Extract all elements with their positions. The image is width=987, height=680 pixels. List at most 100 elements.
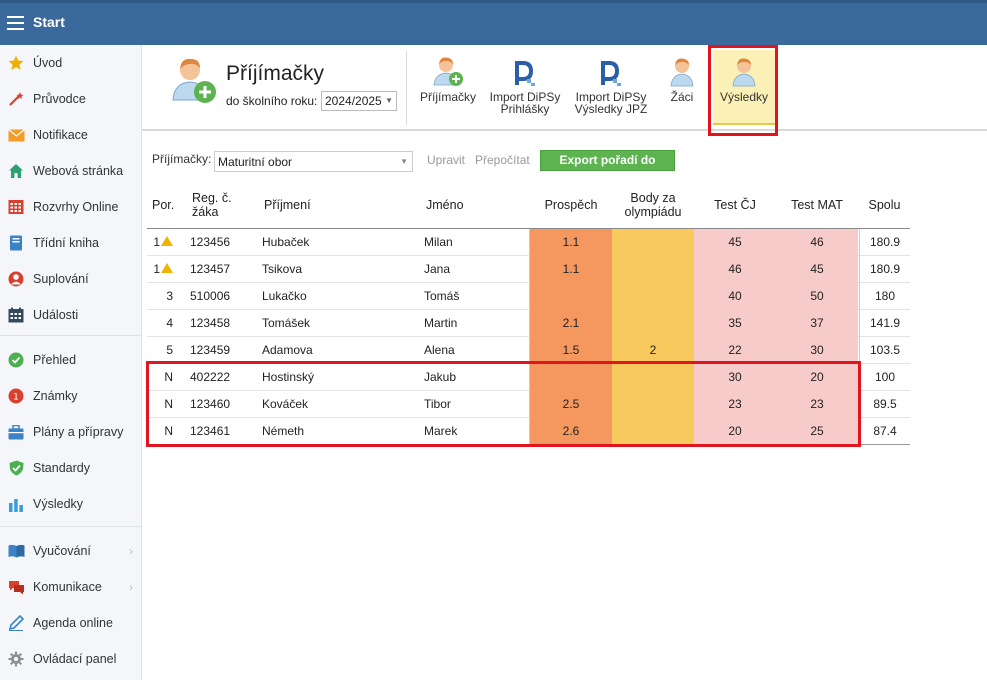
col-header-prijmeni[interactable]: Příjmení	[264, 198, 311, 212]
prepocitat-link[interactable]: Přepočítat	[475, 153, 530, 167]
sidebar-item-notifikace[interactable]: Notifikace	[0, 119, 141, 151]
cell-spolu: 100	[859, 364, 910, 391]
star-icon	[7, 54, 25, 72]
bar-chart-icon	[7, 495, 25, 513]
sidebar-item-udalosti[interactable]: Události	[0, 299, 141, 331]
warning-icon	[161, 236, 173, 246]
zaci-button[interactable]: Žáci	[664, 53, 700, 103]
sidebar-item-vyucovani[interactable]: Vyučování ›	[0, 535, 141, 567]
grade-icon: 1	[7, 387, 25, 405]
cell-spolu: 180.9	[859, 256, 910, 283]
chat-icon	[7, 578, 25, 596]
cell-reg: 123458	[190, 316, 231, 330]
cell-body	[612, 310, 694, 337]
open-book-icon	[7, 542, 25, 560]
sidebar-item-pruvodce[interactable]: Průvodce	[0, 83, 141, 115]
cell-test-cj: 35	[694, 310, 776, 337]
sidebar-item-vysledky[interactable]: Výsledky	[0, 488, 141, 520]
prijimacky-select[interactable]: Maturitní obor ▼	[214, 151, 413, 172]
app-title[interactable]: Start	[33, 14, 65, 30]
sidebar-item-agenda-online[interactable]: Agenda online	[0, 607, 141, 639]
cell-test-mat: 46	[776, 229, 858, 256]
cell-reg: 123459	[190, 343, 231, 357]
sidebar-item-uvod[interactable]: Úvod	[0, 47, 141, 79]
import-dipsy-vysledky-jpz-button[interactable]: Import DiPSy Výsledky JPZ	[574, 53, 648, 115]
sidebar-item-znamky[interactable]: 1 Známky	[0, 380, 141, 412]
col-header-spolu[interactable]: Spolu	[859, 198, 910, 212]
module-toolbar: Příjímačky do školního roku: 2024/2025 ▼…	[142, 45, 987, 131]
filter-label: Příjímačky:	[152, 152, 212, 166]
chevron-down-icon: ▼	[385, 96, 393, 105]
sidebar-item-webova-stranka[interactable]: Webová stránka	[0, 155, 141, 187]
sidebar-item-ovladaci-panel[interactable]: Ovládací panel	[0, 643, 141, 675]
chevron-right-icon: ›	[129, 580, 133, 594]
highlight-vysledky-box	[708, 45, 778, 136]
sidebar-item-komunikace[interactable]: Komunikace ›	[0, 571, 141, 603]
sidebar-item-tridni-kniha[interactable]: Třídní kniha	[0, 227, 141, 259]
book-icon	[7, 234, 25, 252]
calendar-icon	[7, 306, 25, 324]
col-header-jmeno[interactable]: Jméno	[426, 198, 464, 212]
prijimacky-button[interactable]: Příjímačky	[418, 53, 478, 103]
student-icon	[664, 53, 700, 87]
cell-test-mat: 45	[776, 256, 858, 283]
cell-spolu: 103.5	[859, 337, 910, 364]
cell-spolu: 141.9	[859, 310, 910, 337]
page-title: Příjímačky	[226, 62, 325, 85]
cell-jmeno: Alena	[424, 343, 455, 357]
cell-jmeno: Milan	[424, 235, 453, 249]
sidebar-item-suplovani[interactable]: Suplování	[0, 263, 141, 295]
cell-reg: 510006	[190, 289, 231, 303]
cell-reg: 123456	[190, 235, 231, 249]
cell-por: 4	[166, 316, 173, 330]
cell-prospech: 1.5	[530, 337, 612, 364]
toolbar-divider	[406, 51, 407, 125]
check-circle-icon	[7, 351, 25, 369]
home-icon	[7, 162, 25, 180]
cell-test-mat: 37	[776, 310, 858, 337]
cell-prijmeni: Tomášek	[262, 316, 311, 330]
cell-prijmeni: Hubaček	[262, 235, 310, 249]
school-year-select[interactable]: 2024/2025 ▼	[321, 91, 397, 111]
cell-spolu: 89.5	[859, 391, 910, 418]
cell-test-mat: 50	[776, 283, 858, 310]
hamburger-menu-icon[interactable]	[7, 16, 24, 30]
col-header-reg[interactable]: Reg. č. žáka	[192, 191, 232, 219]
cell-body	[612, 283, 694, 310]
magic-wand-icon	[7, 90, 25, 108]
chevron-right-icon: ›	[129, 544, 133, 558]
cell-test-cj: 45	[694, 229, 776, 256]
cell-body: 2	[612, 337, 694, 364]
sidebar-item-standardy[interactable]: Standardy	[0, 452, 141, 484]
svg-text:1: 1	[13, 393, 19, 403]
sidebar-divider	[0, 526, 141, 527]
col-header-por[interactable]: Por.	[152, 198, 174, 212]
cell-spolu: 180.9	[859, 229, 910, 256]
cell-prijmeni: Tsikova	[262, 262, 303, 276]
cell-prospech: 1.1	[530, 256, 612, 283]
sidebar-item-rozvrhy-online[interactable]: Rozvrhy Online	[0, 191, 141, 223]
col-header-body[interactable]: Body za olympiádu	[612, 191, 694, 219]
warning-icon	[161, 263, 173, 273]
cell-spolu: 87.4	[859, 418, 910, 445]
upravit-link[interactable]: Upravit	[427, 153, 465, 167]
sidebar-item-prehled[interactable]: Přehled	[0, 344, 141, 376]
col-header-test-cj[interactable]: Test ČJ	[694, 198, 776, 212]
cell-prijmeni: Adamova	[262, 343, 313, 357]
person-icon	[7, 270, 25, 288]
col-header-prospech[interactable]: Prospěch	[530, 198, 612, 212]
col-header-test-mat[interactable]: Test MAT	[776, 198, 858, 212]
school-year-label: do školního roku:	[226, 94, 318, 108]
sidebar-item-plany-a-pripravy[interactable]: Plány a přípravy	[0, 416, 141, 448]
cell-jmeno: Martin	[424, 316, 458, 330]
cell-reg: 123457	[190, 262, 231, 276]
highlight-n-rows-box	[146, 361, 861, 447]
cell-body	[612, 229, 694, 256]
export-dipsy-button[interactable]: Export pořadí do DiPSy	[540, 150, 675, 186]
top-bar: Start	[0, 0, 987, 45]
cell-test-cj: 22	[694, 337, 776, 364]
cell-jmeno: Tomáš	[424, 289, 460, 303]
pencil-icon	[7, 614, 25, 632]
import-dipsy-prihlasky-button[interactable]: Import DiPSy Prihlášky	[488, 53, 562, 115]
briefcase-icon	[7, 423, 25, 441]
